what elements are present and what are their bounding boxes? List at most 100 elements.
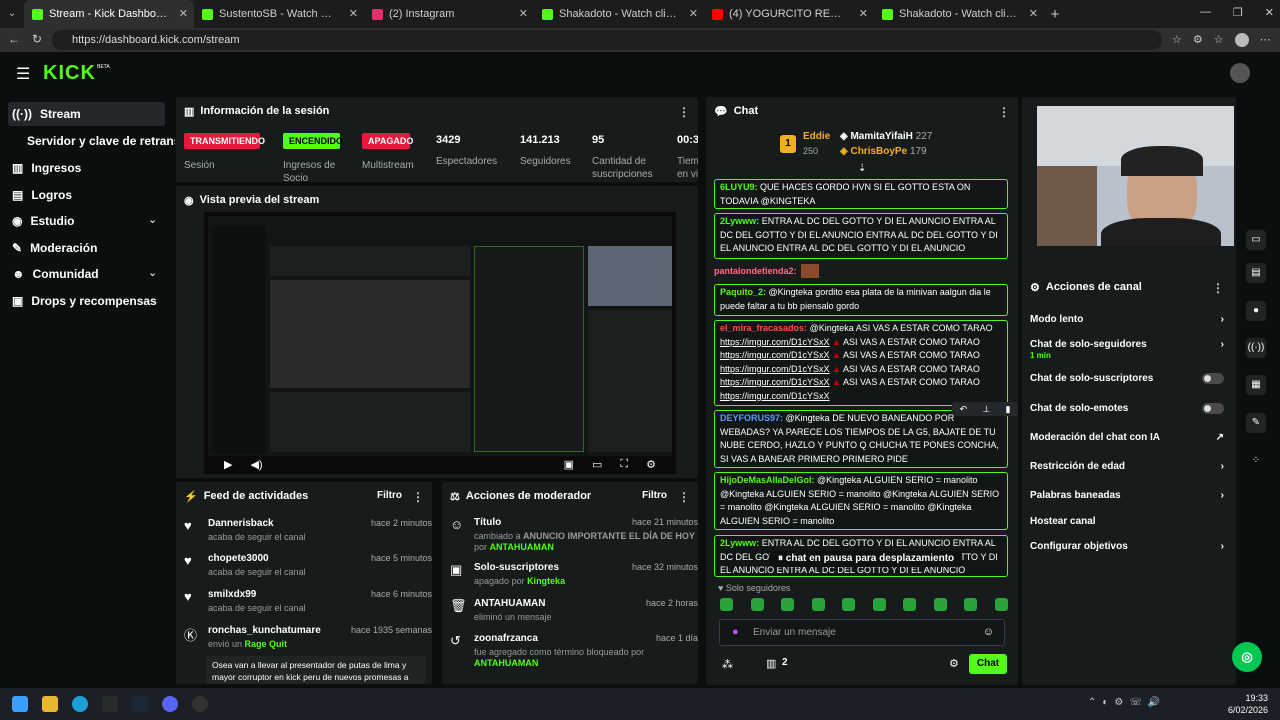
settings-icon[interactable]: ⚙: [949, 657, 959, 670]
more-options-icon[interactable]: ⋮: [412, 490, 424, 504]
chat-input[interactable]: ● Enviar un mensaje ☺: [719, 619, 1005, 646]
top-gifter[interactable]: Eddie: [803, 131, 830, 142]
more-options-icon[interactable]: ⋮: [678, 490, 690, 504]
tab-shakadoto-2[interactable]: Shakadoto - Watch clips on Kick ✕: [874, 0, 1044, 28]
filter-button[interactable]: Filtro: [377, 490, 402, 501]
tab-shakadoto[interactable]: Shakadoto - Watch clips on Kick ✕: [534, 0, 704, 28]
collapse-icon[interactable]: ⇣: [858, 163, 866, 174]
emote[interactable]: [994, 598, 1008, 611]
close-icon[interactable]: ✕: [1029, 7, 1038, 20]
emote[interactable]: [964, 598, 978, 611]
channel-action-host[interactable]: Hostear canal: [1030, 516, 1224, 527]
feed-user[interactable]: chopete3000: [208, 553, 269, 564]
emote[interactable]: [750, 598, 764, 611]
channel-action-age-restriction[interactable]: Restricción de edad ›: [1030, 461, 1224, 472]
emote[interactable]: [811, 598, 825, 611]
minimize-icon[interactable]: —: [1200, 6, 1211, 19]
tab-instagram[interactable]: (2) Instagram ✕: [364, 0, 534, 28]
reply-icon[interactable]: ↶: [960, 404, 968, 415]
channel-action-slow-mode[interactable]: Modo lento ›: [1030, 314, 1224, 325]
users-icon[interactable]: ⁂: [722, 658, 733, 671]
stream-video[interactable]: ▶ ◀) ▣ ▭ ⛶ ⚙: [204, 212, 676, 474]
close-icon[interactable]: ✕: [519, 7, 528, 20]
maximize-icon[interactable]: ❐: [1233, 6, 1243, 19]
mic-icon[interactable]: ●: [732, 626, 739, 638]
building-icon[interactable]: ▥: [766, 657, 776, 670]
more-options-icon[interactable]: ⋮: [678, 105, 690, 119]
theater-icon[interactable]: ▭: [592, 458, 602, 471]
chevron-down-icon[interactable]: ⌄: [148, 266, 157, 279]
rail-layout-icon[interactable]: ▦: [1246, 375, 1266, 395]
chat-user[interactable]: HijoDeMasAllaDelGol:: [720, 475, 815, 485]
extensions-icon[interactable]: ⚙: [1193, 33, 1203, 47]
chat-user[interactable]: 6LUYU9:: [720, 182, 758, 192]
more-options-icon[interactable]: ⋮: [1212, 281, 1224, 295]
toggle-switch[interactable]: [1202, 403, 1224, 414]
sidebar-item-stream[interactable]: ((·)) Stream: [12, 102, 81, 126]
sidebar-item-server-key[interactable]: Servidor y clave de retransmisión: [27, 129, 175, 153]
top-gifter[interactable]: ◈ ChrisBoyPe 179: [840, 146, 927, 157]
chat-user[interactable]: el_mira_fracasados:: [720, 323, 807, 333]
sidebar-item-ingresos[interactable]: ▥ Ingresos: [12, 156, 81, 180]
refresh-icon[interactable]: ↻: [32, 32, 42, 46]
profile-avatar[interactable]: [1234, 33, 1249, 47]
chat-user[interactable]: DEYFORUS97:: [720, 413, 783, 423]
chat-link[interactable]: https://imgur.com/D1cYSxX: [720, 337, 830, 347]
edge-icon[interactable]: [72, 696, 88, 712]
close-icon[interactable]: ✕: [689, 7, 698, 20]
pin-icon[interactable]: ⊥: [982, 404, 990, 415]
toggle-switch[interactable]: [1202, 373, 1224, 384]
mod-user[interactable]: ANTAHUAMAN: [490, 542, 554, 552]
channel-action-goals[interactable]: Configurar objetivos ›: [1030, 541, 1224, 552]
settings-icon[interactable]: ⚙: [646, 458, 656, 471]
trash-icon[interactable]: ▮: [1005, 404, 1010, 415]
feed-user[interactable]: Dannerisback: [208, 518, 274, 529]
feed-user[interactable]: ronchas_kunchatumare: [208, 625, 321, 636]
tray-icons[interactable]: ⌃◐⚙☏🔊: [1088, 697, 1166, 708]
emoji-icon[interactable]: ☺: [983, 626, 994, 638]
sidebar-item-comunidad[interactable]: ☻ Comunidad: [12, 262, 99, 286]
chat-link[interactable]: https://imgur.com/D1cYSxX: [720, 364, 830, 374]
rail-notes-icon[interactable]: ▤: [1246, 263, 1266, 283]
tab-sustentosb[interactable]: SustentoSB - Watch clips on Kick ✕: [194, 0, 364, 28]
channel-action-emotes-only[interactable]: Chat de solo-emotes: [1030, 403, 1224, 414]
emote[interactable]: [781, 598, 795, 611]
sidebar-item-moderacion[interactable]: ✎ Moderación: [12, 236, 97, 260]
obs-icon[interactable]: [192, 696, 208, 712]
emote[interactable]: [933, 598, 947, 611]
chat-link[interactable]: https://imgur.com/D1cYSxX: [720, 350, 830, 360]
new-tab-icon[interactable]: +: [1044, 6, 1066, 23]
collections-icon[interactable]: ☆: [1214, 33, 1224, 47]
play-icon[interactable]: ▶: [224, 458, 232, 471]
send-chat-button[interactable]: Chat: [969, 654, 1007, 674]
sidebar-item-drops[interactable]: ▣ Drops y recompensas: [12, 289, 157, 313]
chat-user[interactable]: 2Lywww:: [720, 538, 759, 548]
channel-action-subs-only[interactable]: Chat de solo-suscriptores: [1030, 373, 1224, 384]
emote[interactable]: [903, 598, 917, 611]
emote[interactable]: [720, 598, 733, 611]
fullscreen-icon[interactable]: ⛶: [620, 458, 628, 471]
rail-widgets-icon[interactable]: ⁘: [1246, 451, 1266, 471]
tab-stream-dashboard[interactable]: Stream - Kick Dashboard ✕: [24, 0, 194, 28]
steam-icon[interactable]: [132, 696, 148, 712]
file-explorer-icon[interactable]: [42, 696, 58, 712]
user-avatar[interactable]: [1230, 63, 1250, 83]
tab-youtube[interactable]: (4) YOGURCITO REMIX (feat. Kris R ✕: [704, 0, 874, 28]
close-icon[interactable]: ✕: [859, 7, 868, 20]
mod-action-title[interactable]: ANTAHUAMAN: [474, 598, 545, 609]
channel-action-banned-words[interactable]: Palabras baneadas ›: [1030, 490, 1224, 501]
tab-list-icon[interactable]: ⌄: [0, 0, 24, 28]
emote[interactable]: [872, 598, 886, 611]
emote[interactable]: [842, 598, 856, 611]
hamburger-icon[interactable]: ☰: [16, 64, 30, 84]
chat-user[interactable]: Paquito_2:: [720, 287, 766, 297]
rail-chat-icon[interactable]: ●: [1246, 301, 1266, 321]
feed-user[interactable]: smilxdx99: [208, 589, 256, 600]
filter-button[interactable]: Filtro: [642, 490, 667, 501]
chat-user[interactable]: 2Lywww:: [720, 216, 759, 226]
sidebar-item-estudio[interactable]: ◉ Estudio: [12, 209, 74, 233]
pip-icon[interactable]: ▣: [564, 458, 574, 471]
discord-icon[interactable]: [162, 696, 178, 712]
menu-icon[interactable]: ⋯: [1260, 33, 1271, 47]
chat-paused-banner[interactable]: ⏸ chat en pausa para desplazamiento: [770, 551, 963, 567]
